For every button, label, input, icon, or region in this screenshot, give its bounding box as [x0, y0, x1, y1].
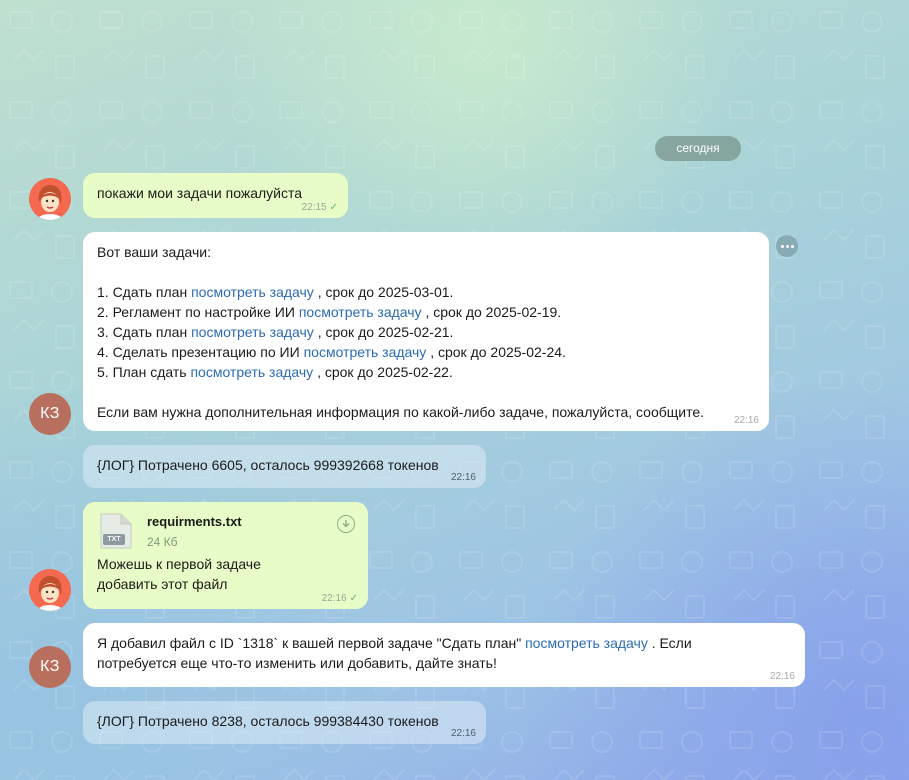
file-size: 24 Кб	[147, 535, 178, 549]
message-intro: Вот ваши задачи:	[97, 244, 211, 260]
message-meta: 22:16 ✓	[322, 593, 358, 605]
message-text: Я добавил файл с ID `1318` к вашей перво…	[97, 635, 526, 651]
caption-line: добавить этот файл	[97, 576, 228, 592]
file-ext-label: TXT	[107, 536, 121, 543]
date-divider: сегодня	[655, 136, 741, 161]
user-avatar-image	[29, 569, 71, 611]
task-deadline: , срок до 2025-02-21.	[313, 324, 454, 340]
task-item: 3. Сдать план посмотреть задачу , срок д…	[97, 322, 755, 342]
bot-avatar[interactable]: КЗ	[29, 393, 71, 435]
message-time: 22:16	[769, 671, 795, 682]
task-deadline: , срок до 2025-03-01.	[313, 284, 454, 300]
task-link[interactable]: посмотреть задачу	[299, 304, 422, 320]
task-title: 5. План сдать	[97, 364, 191, 380]
message-time: 22:15	[301, 202, 327, 213]
task-item: 1. Сдать план посмотреть задачу , срок д…	[97, 282, 755, 302]
user-avatar[interactable]	[29, 569, 71, 611]
user-avatar[interactable]	[29, 178, 71, 220]
task-title: 3. Сдать план	[97, 324, 192, 340]
caption-line: Можешь к первой задаче	[97, 556, 261, 572]
message-text: . Если	[647, 635, 692, 651]
file-caption: Можешь к первой задаче добавить этот фай…	[97, 554, 261, 594]
message-line: потребуется еще что-то изменить или доба…	[97, 655, 497, 671]
message-text: {ЛОГ} Потрачено 8238, осталось 999384430…	[97, 713, 439, 729]
bot-avatar[interactable]: КЗ	[29, 646, 71, 688]
message-file-added[interactable]: Я добавил файл с ID `1318` к вашей перво…	[83, 623, 805, 687]
message-time: 22:16	[450, 472, 476, 483]
task-item: 5. План сдать посмотреть задачу , срок д…	[97, 362, 755, 382]
message-meta: 22:16	[451, 728, 476, 740]
message-file[interactable]: TXT requirments.txt 24 Кб Можешь к перво…	[83, 502, 368, 609]
task-link[interactable]: посмотреть задачу	[190, 364, 313, 380]
message-menu-icon[interactable]	[776, 235, 798, 257]
user-avatar-image	[29, 178, 71, 220]
message-text: {ЛОГ} Потрачено 6605, осталось 999392668…	[97, 457, 439, 473]
message-outro: Если вам нужна дополнительная информация…	[97, 404, 705, 420]
sent-check-icon: ✓	[349, 593, 358, 604]
task-link[interactable]: посмотреть задачу	[191, 324, 314, 340]
file-name[interactable]: requirments.txt	[147, 512, 242, 532]
task-deadline: , срок до 2025-02-19.	[421, 304, 562, 320]
message-log[interactable]: {ЛОГ} Потрачено 6605, осталось 999392668…	[83, 445, 486, 488]
message-time: 22:16	[733, 415, 759, 426]
task-item: 2. Регламент по настройке ИИ посмотреть …	[97, 302, 755, 322]
task-link[interactable]: посмотреть задачу	[525, 635, 648, 651]
message-meta: 22:16	[734, 415, 759, 427]
txt-file-icon[interactable]: TXT	[99, 512, 133, 550]
message-line: Я добавил файл с ID `1318` к вашей перво…	[97, 633, 791, 653]
message-meta: 22:15 ✓	[302, 202, 338, 214]
sent-check-icon: ✓	[329, 202, 338, 213]
message-user-request[interactable]: покажи мои задачи пожалуйста 22:15 ✓	[83, 173, 348, 218]
message-text: покажи мои задачи пожалуйста	[97, 185, 303, 201]
task-link[interactable]: посмотреть задачу	[304, 344, 427, 360]
task-deadline: , срок до 2025-02-24.	[426, 344, 566, 360]
task-item: 4. Сделать презентацию по ИИ посмотреть …	[97, 342, 755, 362]
message-task-list[interactable]: Вот ваши задачи: 1. Сдать план посмотрет…	[83, 232, 769, 431]
download-icon[interactable]	[337, 515, 355, 533]
task-deadline: , срок до 2025-02-22.	[313, 364, 453, 380]
task-link[interactable]: посмотреть задачу	[191, 284, 314, 300]
message-log[interactable]: {ЛОГ} Потрачено 8238, осталось 999384430…	[83, 701, 486, 744]
message-time: 22:16	[321, 593, 347, 604]
task-title: 2. Регламент по настройке ИИ	[97, 304, 299, 320]
message-meta: 22:16	[451, 472, 476, 484]
message-meta: 22:16	[770, 671, 795, 683]
task-title: 1. Сдать план	[97, 284, 192, 300]
message-time: 22:16	[450, 728, 476, 739]
task-title: 4. Сделать презентацию по ИИ	[97, 344, 304, 360]
